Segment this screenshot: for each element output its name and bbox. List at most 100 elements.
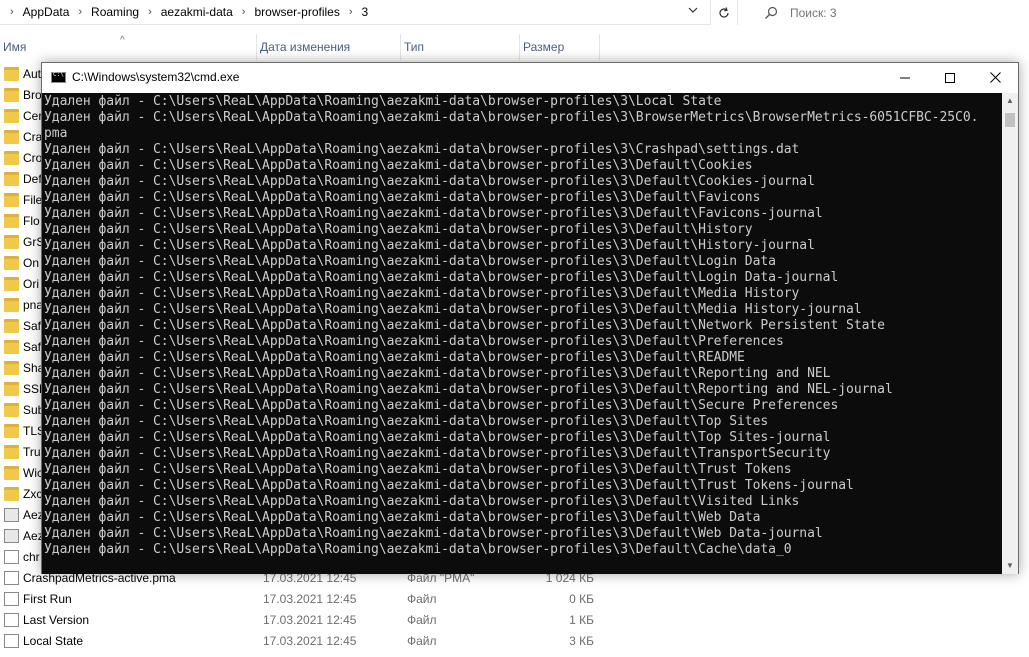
chevron-right-icon: › (241, 6, 246, 18)
file-row[interactable]: Last Version 17.03.2021 12:45 Файл 1 КБ (0, 610, 600, 631)
file-name: Saf (23, 319, 42, 333)
console-line: Удален файл - C:\Users\ReaL\AppData\Roam… (44, 254, 776, 269)
folder-icon (4, 277, 19, 291)
file-type: Файл (407, 613, 437, 627)
column-date-label: Дата изменения (260, 40, 351, 54)
file-row[interactable]: First Run 17.03.2021 12:45 Файл 0 КБ (0, 589, 600, 610)
column-size[interactable]: Размер (520, 34, 600, 60)
file-name: Local State (23, 634, 84, 648)
maximize-icon (945, 72, 955, 83)
console-line: Удален файл - C:\Users\ReaL\AppData\Roam… (44, 478, 854, 493)
console-line: Удален файл - C:\Users\ReaL\AppData\Roam… (44, 158, 753, 173)
search-input[interactable] (790, 5, 990, 20)
column-name[interactable]: Имя ^ (0, 34, 257, 60)
sort-up-icon: ^ (120, 35, 125, 46)
app-icon (4, 529, 19, 543)
folder-icon (4, 445, 19, 459)
breadcrumb-3[interactable]: 3 (362, 5, 369, 19)
console-line: Удален файл - C:\Users\ReaL\AppData\Roam… (44, 222, 753, 237)
breadcrumb-browser-profiles[interactable]: browser-profiles (254, 5, 339, 19)
file-icon (4, 613, 19, 627)
console-line: Удален файл - C:\Users\ReaL\AppData\Roam… (44, 526, 823, 541)
folder-icon (4, 256, 19, 270)
file-row[interactable]: Local State 17.03.2021 12:45 Файл 3 КБ (0, 631, 600, 652)
file-name: Bro (23, 88, 42, 102)
file-size: 0 КБ (569, 592, 594, 606)
folder-icon (4, 382, 19, 396)
folder-icon (4, 403, 19, 417)
chevron-right-icon: › (148, 6, 152, 18)
file-name: File (23, 193, 43, 207)
title-bar[interactable]: C:\Windows\system32\cmd.exe (42, 63, 1018, 92)
folder-icon (4, 466, 19, 480)
folder-icon (4, 130, 19, 144)
window-title: C:\Windows\system32\cmd.exe (72, 70, 240, 84)
scroll-down-arrow-icon[interactable]: ▼ (1002, 558, 1018, 574)
chevron-down-icon[interactable] (686, 5, 700, 19)
console-line: Удален файл - C:\Users\ReaL\AppData\Roam… (44, 94, 722, 109)
folder-icon (4, 193, 19, 207)
scroll-up-arrow-icon[interactable]: ▲ (1002, 93, 1018, 109)
console-line: Удален файл - C:\Users\ReaL\AppData\Roam… (44, 318, 885, 333)
console-line: pma (44, 126, 68, 141)
minimize-button[interactable] (882, 63, 928, 92)
file-size: 3 КБ (569, 634, 594, 648)
vertical-scrollbar[interactable]: ▲ ▼ (1002, 93, 1018, 574)
file-name: Wic (23, 466, 43, 480)
folder-icon (4, 235, 19, 249)
search-icon (765, 6, 778, 19)
file-name: Aut (23, 67, 42, 81)
console-line: Удален файл - C:\Users\ReaL\AppData\Roam… (44, 142, 800, 157)
console-line: Удален файл - C:\Users\ReaL\AppData\Roam… (44, 334, 784, 349)
console-line: Удален файл - C:\Users\ReaL\AppData\Roam… (44, 110, 979, 125)
file-name: Last Version (23, 613, 90, 627)
console-line: Удален файл - C:\Users\ReaL\AppData\Roam… (44, 446, 831, 461)
file-date: 17.03.2021 12:45 (263, 592, 357, 606)
column-header: Имя ^ Дата изменения Тип Размер (0, 34, 1029, 60)
scroll-thumb[interactable] (1005, 113, 1015, 127)
console-line: Удален файл - C:\Users\ReaL\AppData\Roam… (44, 270, 839, 285)
breadcrumb-appdata[interactable]: AppData (23, 5, 70, 19)
column-size-label: Размер (523, 40, 565, 54)
console-line: Удален файл - C:\Users\ReaL\AppData\Roam… (44, 206, 823, 221)
refresh-icon (719, 6, 729, 18)
console-line: Удален файл - C:\Users\ReaL\AppData\Roam… (44, 382, 893, 397)
folder-icon (4, 319, 19, 333)
folder-icon (4, 109, 19, 123)
breadcrumb-roaming[interactable]: Roaming (91, 5, 139, 19)
breadcrumb-aezakmi-data[interactable]: aezakmi-data (161, 5, 233, 19)
maximize-button[interactable] (927, 63, 973, 92)
search-box[interactable] (750, 0, 1029, 25)
close-icon (989, 72, 1001, 83)
file-name: Ori (23, 277, 39, 291)
column-type-label: Тип (404, 40, 425, 54)
file-type: Файл (407, 592, 437, 606)
folder-icon (4, 361, 19, 375)
file-size: 1 КБ (569, 613, 594, 627)
console-line: Удален файл - C:\Users\ReaL\AppData\Roam… (44, 286, 800, 301)
file-icon (4, 550, 19, 564)
folder-icon (4, 340, 19, 354)
file-name: chr (23, 550, 40, 564)
folder-icon (4, 487, 19, 501)
address-bar[interactable]: › AppData › Roaming › aezakmi-data › bro… (0, 0, 710, 25)
minimize-icon (900, 77, 910, 78)
refresh-button[interactable] (710, 0, 738, 25)
file-name: First Run (23, 592, 72, 606)
cmd-icon (51, 71, 66, 83)
column-type[interactable]: Тип (401, 34, 520, 60)
console-line: Удален файл - C:\Users\ReaL\AppData\Roam… (44, 350, 745, 365)
console-output[interactable]: Удален файл - C:\Users\ReaL\AppData\Roam… (42, 93, 1002, 574)
close-button[interactable] (972, 63, 1018, 92)
console-line: Удален файл - C:\Users\ReaL\AppData\Roam… (44, 398, 839, 413)
console-line: Удален файл - C:\Users\ReaL\AppData\Roam… (44, 414, 769, 429)
console-line: Удален файл - C:\Users\ReaL\AppData\Roam… (44, 430, 831, 445)
column-date[interactable]: Дата изменения (257, 34, 401, 60)
folder-icon (4, 172, 19, 186)
chevron-right-icon: › (10, 6, 14, 18)
folder-icon (4, 214, 19, 228)
file-date: 17.03.2021 12:45 (263, 613, 357, 627)
cmd-window: C:\Windows\system32\cmd.exe Удален файл … (41, 62, 1019, 574)
console-line: Удален файл - C:\Users\ReaL\AppData\Roam… (44, 510, 761, 525)
chevron-right-icon: › (78, 6, 83, 18)
